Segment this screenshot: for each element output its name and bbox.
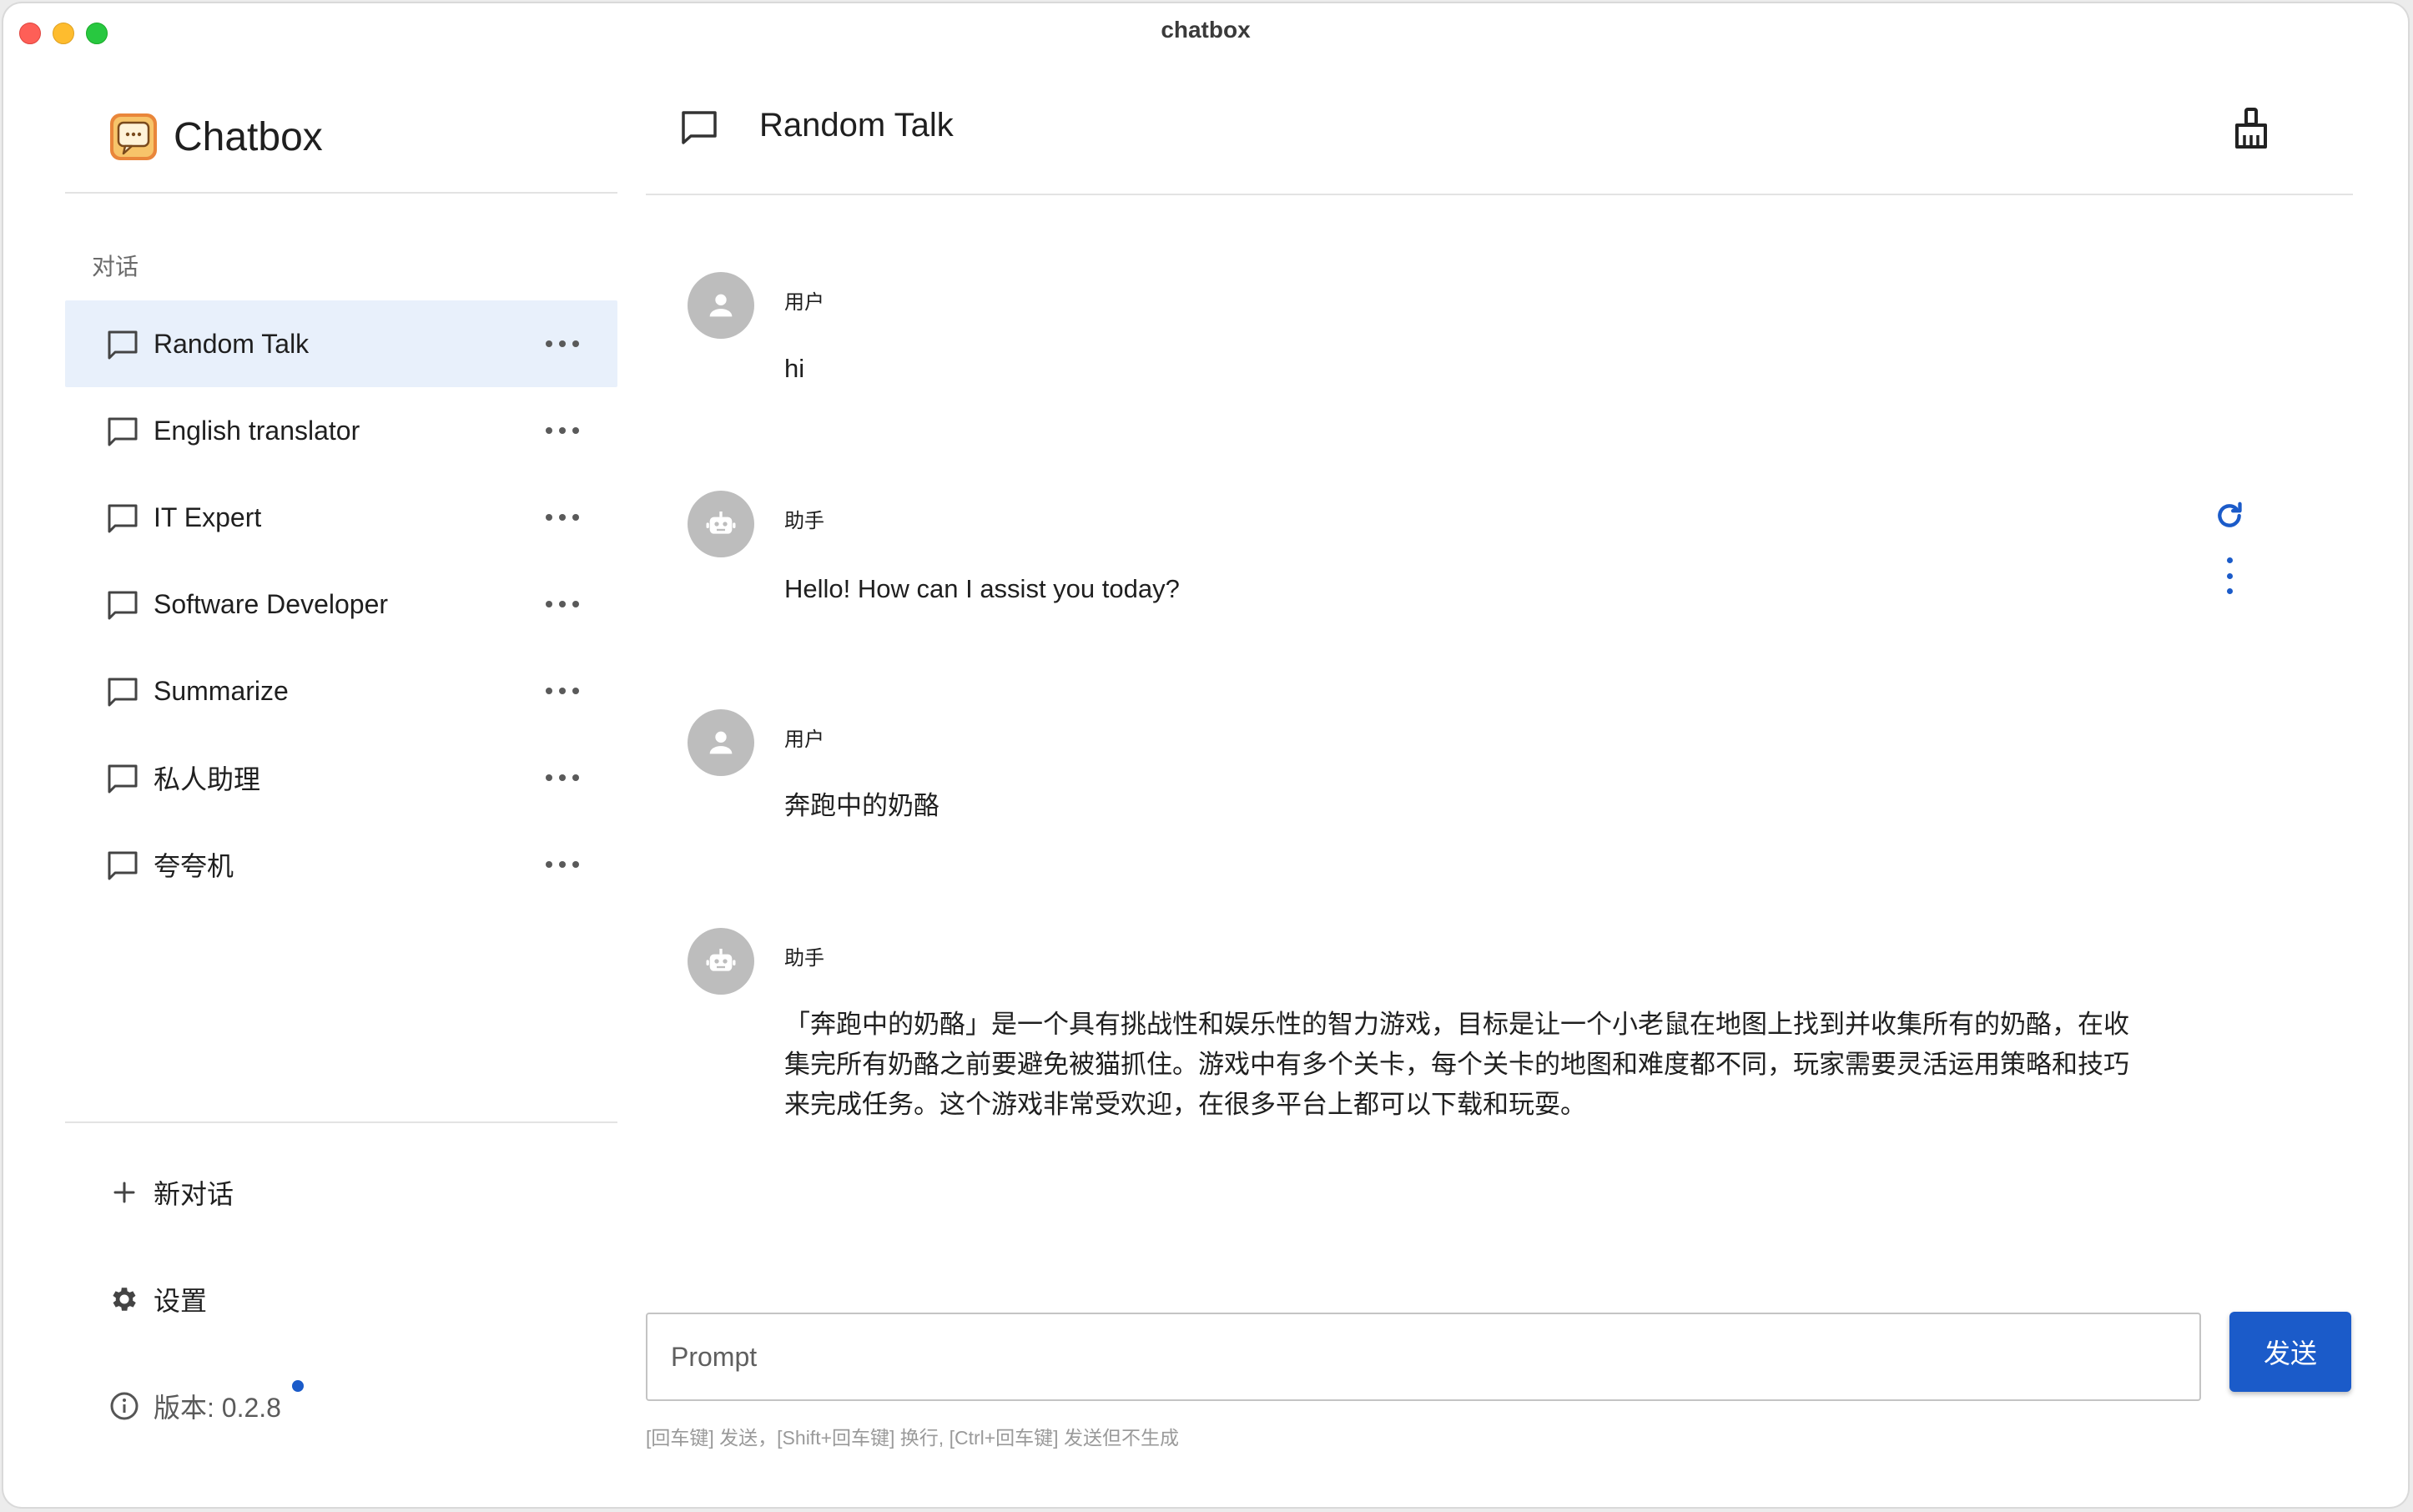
new-chat-button[interactable]: 新对话 [108, 1173, 234, 1212]
conversation-label: 私人助理 [154, 764, 261, 794]
chat-bubble-icon [108, 504, 138, 533]
robot-icon [706, 949, 736, 971]
message-role: 用户 [784, 728, 824, 751]
version-info[interactable]: 版本: 0.2.8 [108, 1387, 281, 1425]
conversation-more-button[interactable] [546, 419, 579, 442]
conversation-more-button[interactable] [546, 592, 579, 616]
conversation-item[interactable]: 夸夸机 [65, 821, 617, 908]
conversation-item[interactable]: Random Talk [65, 300, 617, 387]
chat-bubble-icon [108, 678, 138, 707]
conversation-label: Summarize [154, 675, 289, 706]
chat-bubble-icon [108, 591, 138, 620]
info-icon [110, 1392, 139, 1420]
title-bar: chatbox [3, 3, 2408, 57]
settings-button[interactable]: 设置 [108, 1280, 207, 1318]
conversations-section-label: 对话 [92, 254, 139, 280]
conversation-item[interactable]: IT Expert [65, 474, 617, 561]
chat-title: Random Talk [759, 107, 954, 144]
person-icon [709, 294, 733, 317]
conversation-more-button[interactable] [546, 766, 579, 789]
chat-bubble-icon [108, 764, 138, 794]
conversation-label: IT Expert [154, 501, 262, 532]
chatbox-logo-icon [110, 113, 157, 160]
assistant-avatar [688, 491, 754, 557]
assistant-message: 助手 Hello! How can I assist you today? [688, 491, 2273, 616]
message-text: 奔跑中的奶酪 [784, 791, 940, 820]
conversation-item[interactable]: 私人助理 [65, 734, 617, 821]
brand: Chatbox [108, 109, 323, 164]
conversation-more-button[interactable] [546, 506, 579, 529]
update-badge [292, 1380, 304, 1392]
chat-bubble-icon [108, 330, 138, 360]
conversation-more-button[interactable] [546, 332, 579, 355]
user-message: 用户 奔跑中的奶酪 [688, 709, 2273, 834]
window-title: chatbox [1161, 17, 1251, 43]
conversation-item[interactable]: Software Developer [65, 561, 617, 648]
conversation-more-button[interactable] [546, 853, 579, 876]
conversation-item[interactable]: English translator [65, 387, 617, 474]
chat-bubble-icon [108, 417, 138, 446]
refresh-icon[interactable] [2213, 499, 2246, 532]
conversation-more-button[interactable] [546, 679, 579, 703]
robot-icon [706, 512, 736, 534]
plus-icon [113, 1182, 135, 1203]
conversation-item[interactable]: Summarize [65, 648, 617, 734]
user-avatar [688, 272, 754, 339]
conversation-label: Random Talk [154, 328, 310, 359]
keyboard-hint: [回车键] 发送，[Shift+回车键] 换行, [Ctrl+回车键] 发送但不… [646, 1427, 1179, 1449]
prompt-input[interactable] [646, 1313, 2201, 1401]
send-button[interactable]: 发送 [2229, 1312, 2351, 1392]
app-window: chatbox Chatbox 对话 Random Talk English t… [3, 3, 2408, 1507]
assistant-message: 助手 「奔跑中的奶酪」是一个具有挑战性和娱乐性的智力游戏，目标是让一个小老鼠在地… [688, 928, 2273, 1145]
message-text: hi [784, 354, 805, 383]
conversation-label: Software Developer [154, 588, 389, 619]
broom-icon[interactable] [2231, 107, 2271, 150]
sidebar-footer-divider [65, 1121, 617, 1123]
new-chat-label: 新对话 [154, 1179, 234, 1209]
assistant-avatar [688, 928, 754, 995]
chat-bubble-icon [682, 111, 717, 144]
message-text: 「奔跑中的奶酪」是一个具有挑战性和娱乐性的智力游戏，目标是让一个小老鼠在地图上找… [784, 1010, 2129, 1119]
message-text: Hello! How can I assist you today? [784, 574, 1180, 603]
message-role: 助手 [784, 947, 824, 970]
conversation-list: Random Talk English translator IT Expert… [65, 300, 617, 908]
person-icon [709, 731, 733, 754]
conversation-label: English translator [154, 415, 360, 446]
user-message: 用户 hi [688, 272, 2273, 397]
message-more-vertical-button[interactable] [2218, 557, 2241, 594]
user-avatar [688, 709, 754, 776]
sidebar-header-divider [65, 192, 617, 194]
message-role: 助手 [784, 510, 824, 532]
chat-header-divider [646, 194, 2353, 195]
settings-label: 设置 [154, 1286, 208, 1316]
chat-bubble-icon [108, 851, 138, 880]
conversation-label: 夸夸机 [154, 851, 234, 881]
brand-name: Chatbox [174, 114, 323, 159]
gear-icon [113, 1288, 136, 1311]
version-label: 版本: 0.2.8 [154, 1393, 281, 1423]
message-role: 用户 [784, 291, 824, 314]
